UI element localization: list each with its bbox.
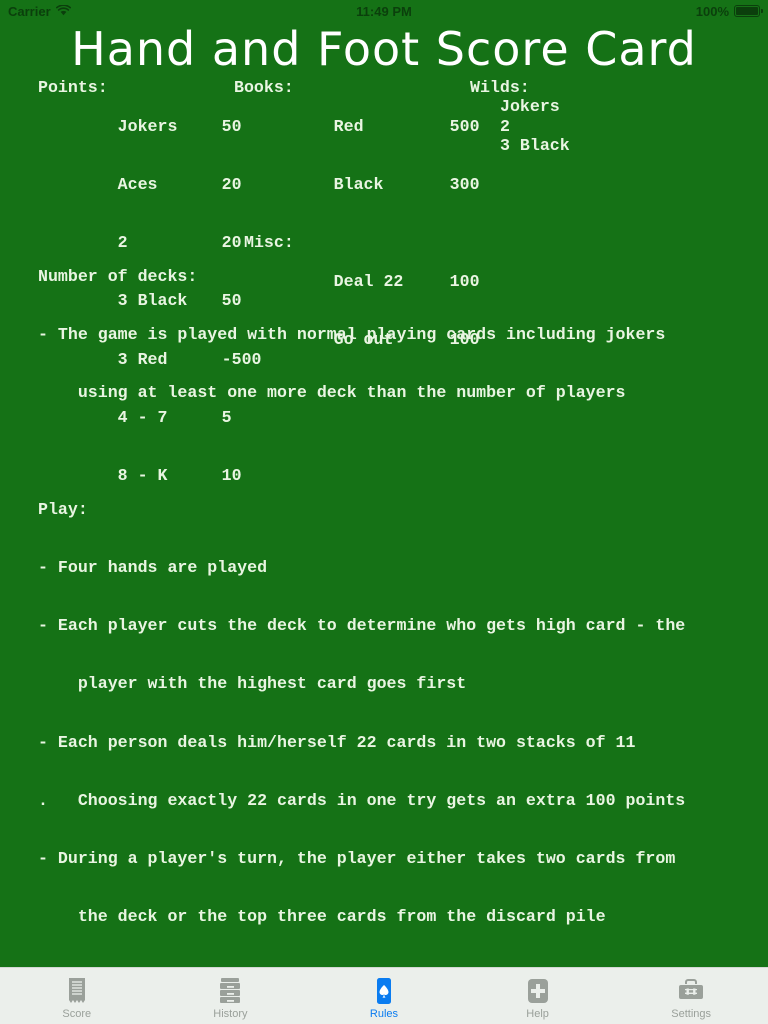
books-heading: Books:: [234, 78, 294, 97]
play-line: - Each person deals him/herself 22 cards…: [38, 732, 636, 752]
points-label-6: 8 - K: [117, 466, 168, 486]
carrier-label: Carrier: [8, 3, 51, 19]
play-line: - During a player's turn, the player eit…: [38, 848, 676, 868]
table-row: Black 300: [234, 156, 480, 214]
tab-history[interactable]: History: [154, 968, 308, 1024]
status-bar: Carrier 11:49 PM 100%: [0, 0, 768, 22]
table-row: Aces 20: [38, 156, 262, 214]
spade-card-icon: [374, 976, 394, 1006]
table-row: Jokers: [500, 97, 560, 117]
rules-content[interactable]: Points: Jokers 50 Aces 20 2 20 3 Black 50 3 …: [0, 78, 768, 968]
play-line: - Each player cuts the deck to determine…: [38, 616, 686, 636]
battery-full-icon: [734, 5, 763, 17]
play-section: Play: - Four hands are played - Each pla…: [38, 461, 768, 968]
books-misc-tables: Books: Red 500 Black 300 Misc: Deal 22 100 …: [234, 78, 480, 369]
wilds-table: Wilds: Jokers 2 3 Black: [470, 78, 570, 156]
tab-help[interactable]: Help: [461, 968, 615, 1024]
play-line: the deck or the top three cards from the…: [38, 907, 606, 927]
points-table: Points: Jokers 50 Aces 20 2 20 3 Black 50 3 …: [38, 78, 262, 505]
misc-value-0: 100: [449, 272, 480, 292]
table-row: 3 Red -500: [38, 330, 262, 388]
books-value-1: 300: [449, 175, 480, 195]
receipt-icon: [66, 976, 88, 1006]
table-row: Go out 100: [234, 311, 480, 369]
wifi-icon: [55, 3, 71, 19]
table-row: Deal 22 100: [234, 253, 480, 311]
points-heading: Points:: [38, 78, 108, 97]
wilds-heading: Wilds:: [470, 78, 530, 97]
tab-label-settings: Settings: [671, 1007, 712, 1020]
status-bar-left: Carrier: [8, 4, 158, 19]
table-row: 4 - 7 5: [38, 389, 262, 447]
tab-label-history: History: [213, 1007, 248, 1020]
table-row: Jokers 50: [38, 97, 262, 155]
tab-label-rules: Rules: [369, 1007, 399, 1020]
score-values-tables: Points: Jokers 50 Aces 20 2 20 3 Black 50 3 …: [38, 78, 768, 485]
table-row: 8 - K 10: [38, 447, 262, 505]
tab-label-help: Help: [526, 1007, 549, 1020]
points-label-4: 3 Red: [117, 349, 168, 369]
play-line: player with the highest card goes first: [38, 674, 467, 694]
points-value-5: 5: [221, 407, 232, 427]
books-label-0: Red: [333, 116, 364, 136]
play-line: . Choosing exactly 22 cards in one try g…: [38, 790, 686, 810]
page-title: Hand and Foot Score Card: [71, 22, 697, 76]
points-label-5: 4 - 7: [117, 407, 168, 427]
tab-score[interactable]: Score: [0, 968, 154, 1024]
table-row: 3 Black 50: [38, 272, 262, 330]
plus-square-icon: [525, 976, 551, 1006]
points-label-2: 2: [117, 233, 128, 253]
points-label-0: Jokers: [117, 116, 178, 136]
points-value-6: 10: [221, 466, 242, 486]
table-row: Red 500: [234, 97, 480, 155]
points-label-3: 3 Black: [117, 291, 188, 311]
misc-heading: Misc:: [244, 233, 294, 253]
misc-value-1: 100: [449, 330, 480, 350]
misc-label-1: Go out: [333, 330, 394, 350]
table-row: 3 Black: [500, 136, 570, 156]
file-cabinet-icon: [218, 976, 242, 1006]
tab-settings[interactable]: Settings: [614, 968, 768, 1024]
play-line: - Four hands are played: [38, 557, 268, 577]
misc-label-0: Deal 22: [333, 272, 404, 292]
toolbox-icon: [677, 976, 705, 1006]
status-bar-clock: 11:49 PM: [356, 3, 412, 19]
books-label-1: Black: [333, 175, 384, 195]
status-bar-right: 100%: [610, 3, 763, 19]
battery-percent-label: 100%: [695, 3, 729, 19]
points-label-1: Aces: [117, 175, 158, 195]
table-row: 2: [500, 116, 510, 136]
tab-bar: Score History Rules Help Settings: [0, 967, 768, 1024]
tab-rules[interactable]: Rules: [307, 968, 461, 1024]
tab-label-score: Score: [62, 1007, 92, 1020]
table-row: 2 20: [38, 214, 262, 272]
